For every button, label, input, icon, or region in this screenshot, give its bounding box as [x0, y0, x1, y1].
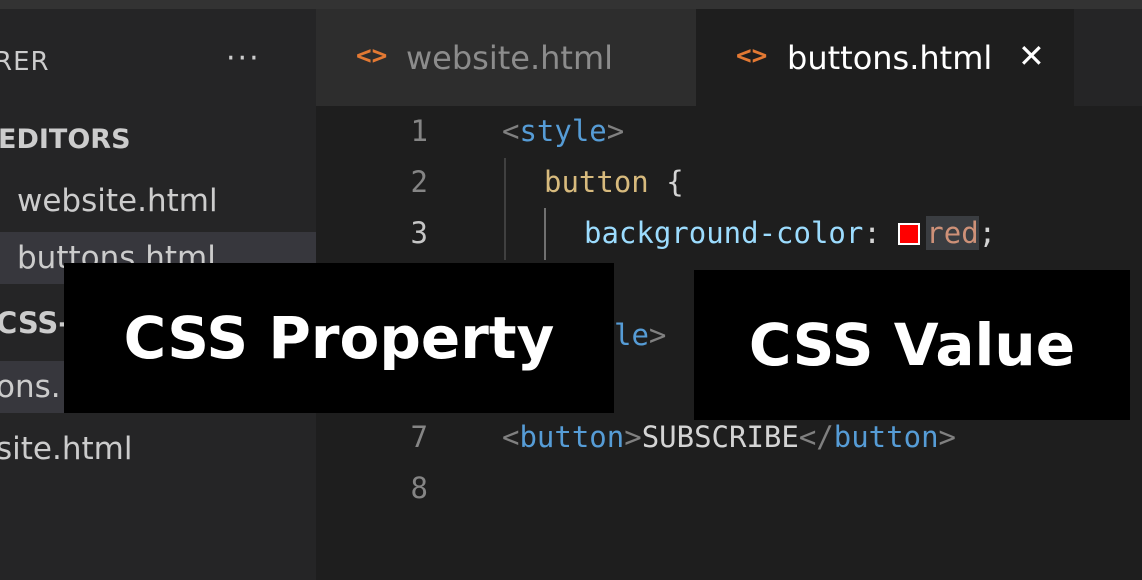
css-selector: button: [544, 165, 649, 199]
sidebar-item-label: website.html: [17, 183, 218, 219]
tab-website-html[interactable]: <> website.html: [316, 9, 696, 106]
line-number: 8: [410, 471, 428, 505]
indent-guide: [504, 158, 506, 260]
color-swatch-icon[interactable]: [898, 223, 921, 245]
explorer-title: RER: [0, 47, 50, 77]
html-file-icon: <>: [356, 41, 388, 71]
tab-label: website.html: [406, 39, 614, 77]
code-line-1: <style>: [502, 114, 625, 148]
code-line-2: button {: [544, 165, 684, 199]
css-value-callout: CSS Value: [694, 270, 1130, 420]
line-number: 7: [410, 420, 428, 454]
line-number: 3: [410, 216, 428, 250]
tab-bar: <> website.html <> buttons.html ✕: [316, 9, 1142, 106]
code-line-6-partial: le>: [614, 318, 667, 352]
code-line-3: background-color: red;: [584, 216, 997, 250]
sidebar-item-label: ons.: [0, 369, 61, 405]
line-number: 1: [410, 114, 428, 148]
tab-buttons-html[interactable]: <> buttons.html ✕: [696, 9, 1074, 106]
open-editors-section-header[interactable]: EDITORS: [0, 124, 131, 155]
indent-guide: [544, 208, 546, 260]
css-value: red: [926, 216, 979, 250]
sidebar-item-label: site.html: [0, 431, 133, 467]
css-property-callout: CSS Property: [64, 263, 614, 413]
code-line-7: <button>SUBSCRIBE</button>: [502, 420, 956, 454]
close-tab-icon[interactable]: ✕: [1018, 37, 1045, 75]
sidebar-item-label: CSS-: [0, 306, 71, 340]
sidebar-item-website-html[interactable]: website.html: [0, 175, 316, 227]
title-bar-strip: [0, 0, 1142, 9]
tab-label: buttons.html: [787, 39, 993, 77]
editor-window: RER ··· EDITORS website.html buttons.htm…: [0, 0, 1142, 580]
sidebar-file-website-html[interactable]: site.html: [0, 423, 316, 475]
html-file-icon: <>: [736, 41, 768, 71]
css-property: background-color: [584, 216, 864, 250]
more-actions-icon[interactable]: ···: [226, 41, 261, 76]
line-number: 2: [410, 165, 428, 199]
